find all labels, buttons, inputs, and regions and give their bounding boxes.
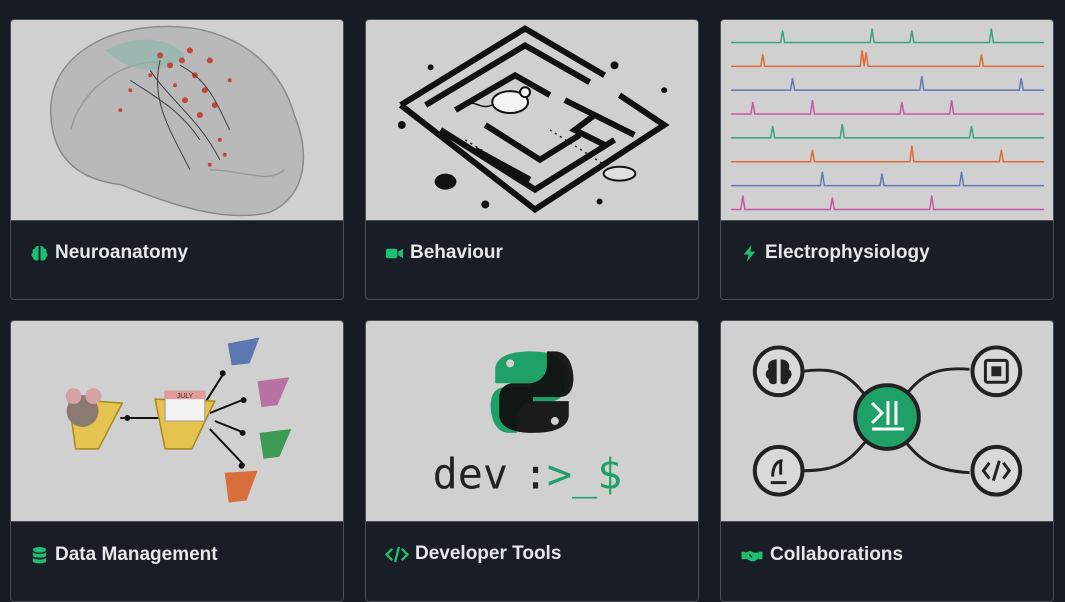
mouse-maze-image — [366, 20, 698, 221]
handshake-icon — [740, 546, 764, 565]
card-developer-tools[interactable]: dev : >_$ Developer Tools — [365, 320, 699, 602]
data-folders-image: JULY — [11, 321, 343, 522]
card-collaborations[interactable]: Collaborations — [720, 320, 1054, 602]
card-caption: Collaborations — [740, 544, 903, 566]
card-data-management[interactable]: JULY Data Management — [10, 320, 344, 602]
card-title: Electrophysiology — [765, 242, 930, 263]
code-icon — [385, 545, 409, 564]
card-neuroanatomy[interactable]: Neuroanatomy — [10, 19, 344, 300]
calendar-month-label: JULY — [177, 393, 194, 400]
brain-3d-render-image — [11, 20, 343, 221]
card-behaviour[interactable]: Behaviour — [365, 19, 699, 300]
card-caption: Neuroanatomy — [30, 242, 188, 264]
video-camera-icon — [385, 244, 404, 263]
lightning-bolt-icon — [740, 244, 759, 263]
devtools-prompt: >_$ — [547, 450, 622, 499]
card-title: Developer Tools — [415, 543, 562, 564]
card-title: Neuroanatomy — [55, 242, 189, 263]
card-title: Collaborations — [770, 544, 904, 565]
card-caption: Behaviour — [385, 242, 503, 264]
python-devtools-image: dev : >_$ — [366, 321, 698, 522]
python-logo-icon — [490, 351, 574, 433]
card-caption: Developer Tools — [385, 543, 561, 565]
collaboration-network-image — [721, 321, 1053, 522]
card-caption: Electrophysiology — [740, 242, 930, 264]
brain-icon — [30, 244, 49, 263]
database-icon — [30, 546, 49, 565]
card-title: Behaviour — [410, 242, 503, 263]
devtools-colon: : — [523, 450, 548, 499]
card-caption: Data Management — [30, 544, 218, 566]
devtools-prefix: dev — [433, 450, 508, 499]
spike-traces-image — [721, 20, 1053, 221]
card-electrophysiology[interactable]: Electrophysiology — [720, 19, 1054, 300]
card-title: Data Management — [55, 544, 218, 565]
